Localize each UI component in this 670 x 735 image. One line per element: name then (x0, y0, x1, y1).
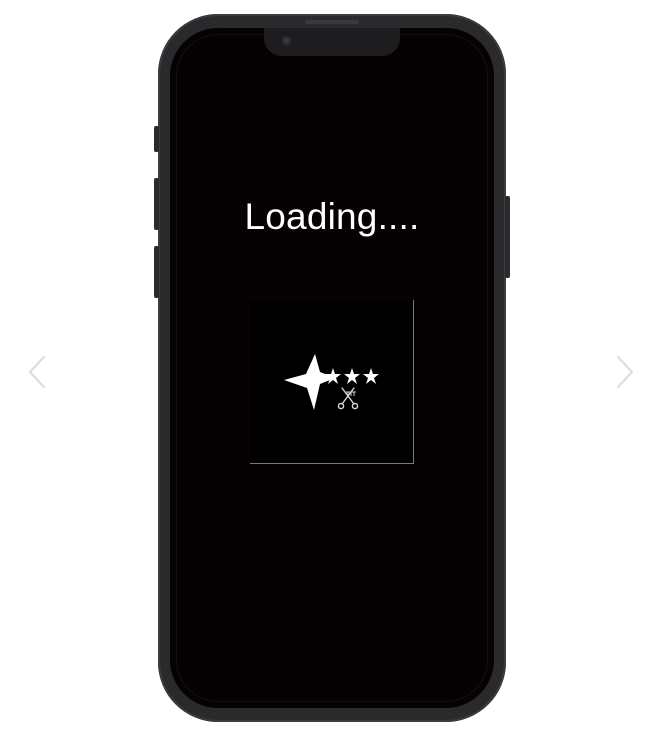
mute-switch (154, 126, 159, 152)
app-logo (250, 300, 414, 464)
next-slide-button[interactable] (614, 355, 636, 389)
notch (264, 28, 400, 56)
volume-down-button (154, 246, 159, 298)
chevron-right-icon (616, 355, 634, 389)
chevron-left-icon (28, 355, 46, 389)
phone-mockup: Loading.... (154, 14, 510, 722)
phone-screen: Loading.... (170, 28, 494, 708)
camera-icon (282, 36, 291, 45)
stars-scissors-logo-icon (284, 354, 379, 410)
power-button (505, 196, 510, 278)
previous-slide-button[interactable] (26, 355, 48, 389)
loading-label: Loading.... (244, 196, 420, 237)
preview-stage: Loading.... (0, 0, 670, 735)
volume-up-button (154, 178, 159, 230)
speaker-edge (305, 20, 359, 24)
